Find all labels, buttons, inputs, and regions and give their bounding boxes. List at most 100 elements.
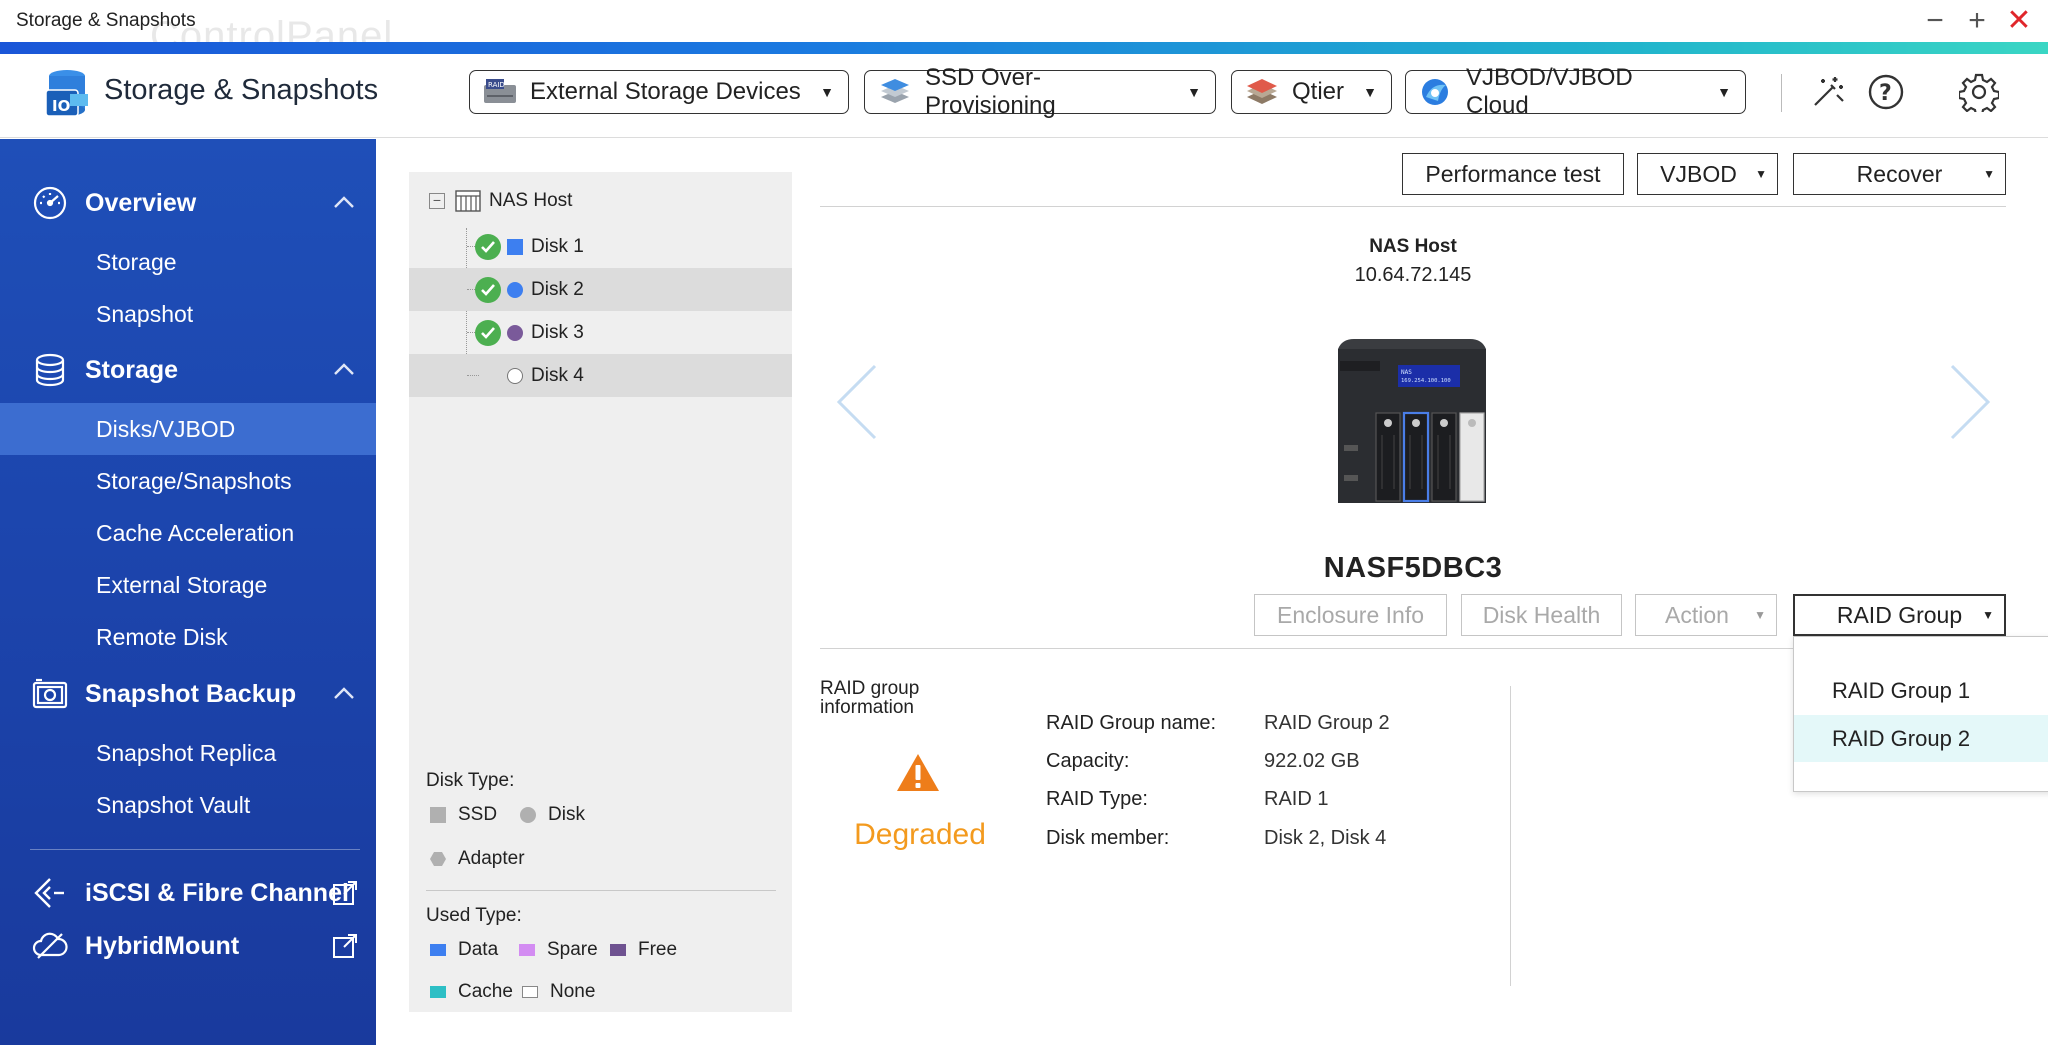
- window-titlebar: ControlPanel Storage & Snapshots − + ✕: [0, 0, 2048, 58]
- sidebar-link-hybridmount[interactable]: HybridMount: [0, 918, 376, 974]
- nas-device-image: NAS 169.254.100.100: [1330, 335, 1492, 507]
- toolbar-divider: [820, 206, 2006, 207]
- database-icon: [32, 352, 68, 388]
- next-arrow-icon[interactable]: [1944, 362, 1994, 442]
- button-label: VJBOD: [1660, 160, 1737, 187]
- chevron-down-icon: ▼: [820, 84, 834, 100]
- legend-adapter: Adapter: [430, 848, 525, 870]
- device-name: NASF5DBC3: [1323, 552, 1503, 584]
- sidebar-link-label: iSCSI & Fibre Channel: [85, 878, 349, 907]
- ssd-over-provisioning-menu[interactable]: SSD Over-Provisioning ▼: [864, 64, 1216, 119]
- previous-arrow-icon[interactable]: [833, 362, 883, 442]
- legend-label: Spare: [547, 939, 598, 960]
- chevron-up-icon[interactable]: [330, 680, 358, 708]
- tree-item-label: Disk 3: [531, 321, 584, 343]
- disk-type-circle-icon: [507, 281, 523, 298]
- performance-test-button[interactable]: Performance test: [1402, 153, 1624, 195]
- nas-ip-address: 10.64.72.145: [1354, 264, 1472, 286]
- sidebar-item-disks-vjbod[interactable]: Disks/VJBOD: [0, 403, 376, 455]
- lcd-line-2: 169.254.100.100: [1401, 378, 1451, 384]
- disk-tree-panel: − NAS Host Disk 1 Disk 2 Disk 3 Disk 4 D…: [409, 172, 792, 1012]
- camera-icon: [32, 676, 68, 712]
- disk-type-circle-icon: [507, 324, 523, 341]
- storage-app-logo-icon: IO: [40, 66, 94, 122]
- minimize-button[interactable]: −: [1920, 6, 1950, 36]
- chevron-up-icon[interactable]: [330, 356, 358, 384]
- legend-none: None: [522, 981, 595, 1003]
- sidebar-item-storage-overview[interactable]: Storage: [0, 236, 376, 288]
- legend-label: Free: [638, 939, 678, 960]
- legend-free: Free: [610, 939, 677, 961]
- sidebar-item-snapshot-overview[interactable]: Snapshot: [0, 288, 376, 340]
- magic-wand-icon[interactable]: [1806, 70, 1850, 114]
- adapter-hexagon-icon: [430, 852, 446, 866]
- chevron-up-icon[interactable]: [330, 189, 358, 217]
- free-swatch-icon: [610, 944, 626, 956]
- legend-disk-type-title: Disk Type:: [426, 770, 515, 791]
- legend-used-type-title: Used Type:: [426, 905, 522, 926]
- enclosure-info-button[interactable]: Enclosure Info: [1254, 594, 1447, 636]
- vjbod-cloud-menu[interactable]: VJBOD/VJBOD Cloud ▼: [1405, 64, 1746, 119]
- capacity-value: 922.02 GB: [1264, 750, 1360, 772]
- sidebar-item-external-storage[interactable]: External Storage: [0, 559, 376, 611]
- sidebar-item-cache-acceleration[interactable]: Cache Acceleration: [0, 507, 376, 559]
- disk-circle-icon: [520, 807, 536, 823]
- action-dropdown-button[interactable]: Action ▼: [1635, 594, 1777, 636]
- tree-item-disk-4[interactable]: Disk 4: [409, 354, 792, 397]
- legend-cache: Cache: [430, 981, 513, 1003]
- disk-type-circle-icon: [507, 367, 523, 384]
- help-icon[interactable]: ?: [1864, 70, 1908, 114]
- sidebar-item-snapshot-replica[interactable]: Snapshot Replica: [0, 727, 376, 779]
- legend-label: Data: [458, 939, 499, 960]
- sidebar-item-remote-disk[interactable]: Remote Disk: [0, 611, 376, 663]
- legend-divider: [426, 890, 776, 891]
- recover-dropdown-button[interactable]: Recover ▼: [1793, 153, 2006, 195]
- tree-item-disk-3[interactable]: Disk 3: [409, 311, 792, 354]
- sidebar-section-overview[interactable]: Overview: [0, 175, 376, 231]
- chevron-down-icon: ▼: [1755, 167, 1767, 181]
- external-link-icon: [333, 934, 357, 958]
- nas-host-icon: [455, 190, 481, 212]
- vjbod-dropdown-button[interactable]: VJBOD ▼: [1637, 153, 1778, 195]
- sidebar-link-iscsi[interactable]: iSCSI & Fibre Channel: [0, 865, 376, 921]
- gear-icon[interactable]: [1957, 70, 2001, 114]
- sidebar-section-storage[interactable]: Storage: [0, 342, 376, 398]
- legend-disk: Disk: [520, 804, 585, 826]
- legend-data: Data: [430, 939, 498, 961]
- ssd-stack-icon: [877, 77, 913, 107]
- collapse-icon[interactable]: −: [429, 193, 445, 209]
- legend-spare: Spare: [519, 939, 598, 961]
- tree-item-disk-2[interactable]: Disk 2: [409, 268, 792, 311]
- status-ok-icon: [475, 276, 501, 303]
- raid-device-icon: RAID: [482, 77, 518, 107]
- tree-item-label: Disk 2: [531, 278, 584, 300]
- status-ok-icon: [475, 233, 501, 260]
- legend-label: None: [550, 981, 596, 1002]
- sidebar-section-snapshot-backup[interactable]: Snapshot Backup: [0, 666, 376, 722]
- nas-host-label: NAS Host: [1369, 236, 1457, 257]
- tree-item-disk-1[interactable]: Disk 1: [409, 225, 792, 268]
- tree-connector: [467, 375, 479, 376]
- window-title: Storage & Snapshots: [16, 10, 196, 31]
- sidebar-divider: [30, 849, 360, 850]
- warning-triangle-icon: [897, 754, 939, 791]
- raid-group-dropdown-button[interactable]: RAID Group ▼: [1793, 594, 2006, 636]
- sidebar: Overview Storage Snapshot Storage Disks/…: [0, 139, 376, 1045]
- vjbod-cloud-icon: [1418, 77, 1454, 107]
- chevron-down-icon: ▼: [1187, 84, 1201, 100]
- spare-swatch-icon: [519, 944, 535, 956]
- maximize-button[interactable]: +: [1962, 6, 1992, 36]
- sidebar-item-snapshot-vault[interactable]: Snapshot Vault: [0, 779, 376, 831]
- sidebar-item-storage-snapshots[interactable]: Storage/Snapshots: [0, 455, 376, 507]
- raid-group-option-2[interactable]: RAID Group 2: [1794, 715, 2048, 762]
- raid-type-value: RAID 1: [1264, 788, 1329, 810]
- qtier-menu[interactable]: Qtier ▼: [1231, 70, 1392, 114]
- ssd-square-icon: [430, 807, 446, 823]
- disk-health-button[interactable]: Disk Health: [1461, 594, 1622, 636]
- tree-root-nas-host[interactable]: − NAS Host: [429, 186, 572, 216]
- disk-member-value: Disk 2, Disk 4: [1264, 827, 1387, 849]
- external-storage-devices-menu[interactable]: RAID External Storage Devices ▼: [469, 70, 849, 114]
- raid-group-option-1[interactable]: RAID Group 1: [1794, 667, 2048, 714]
- close-button[interactable]: ✕: [2004, 6, 2034, 36]
- raid-group-dropdown-menu: RAID Group 1 RAID Group 2: [1793, 636, 2048, 792]
